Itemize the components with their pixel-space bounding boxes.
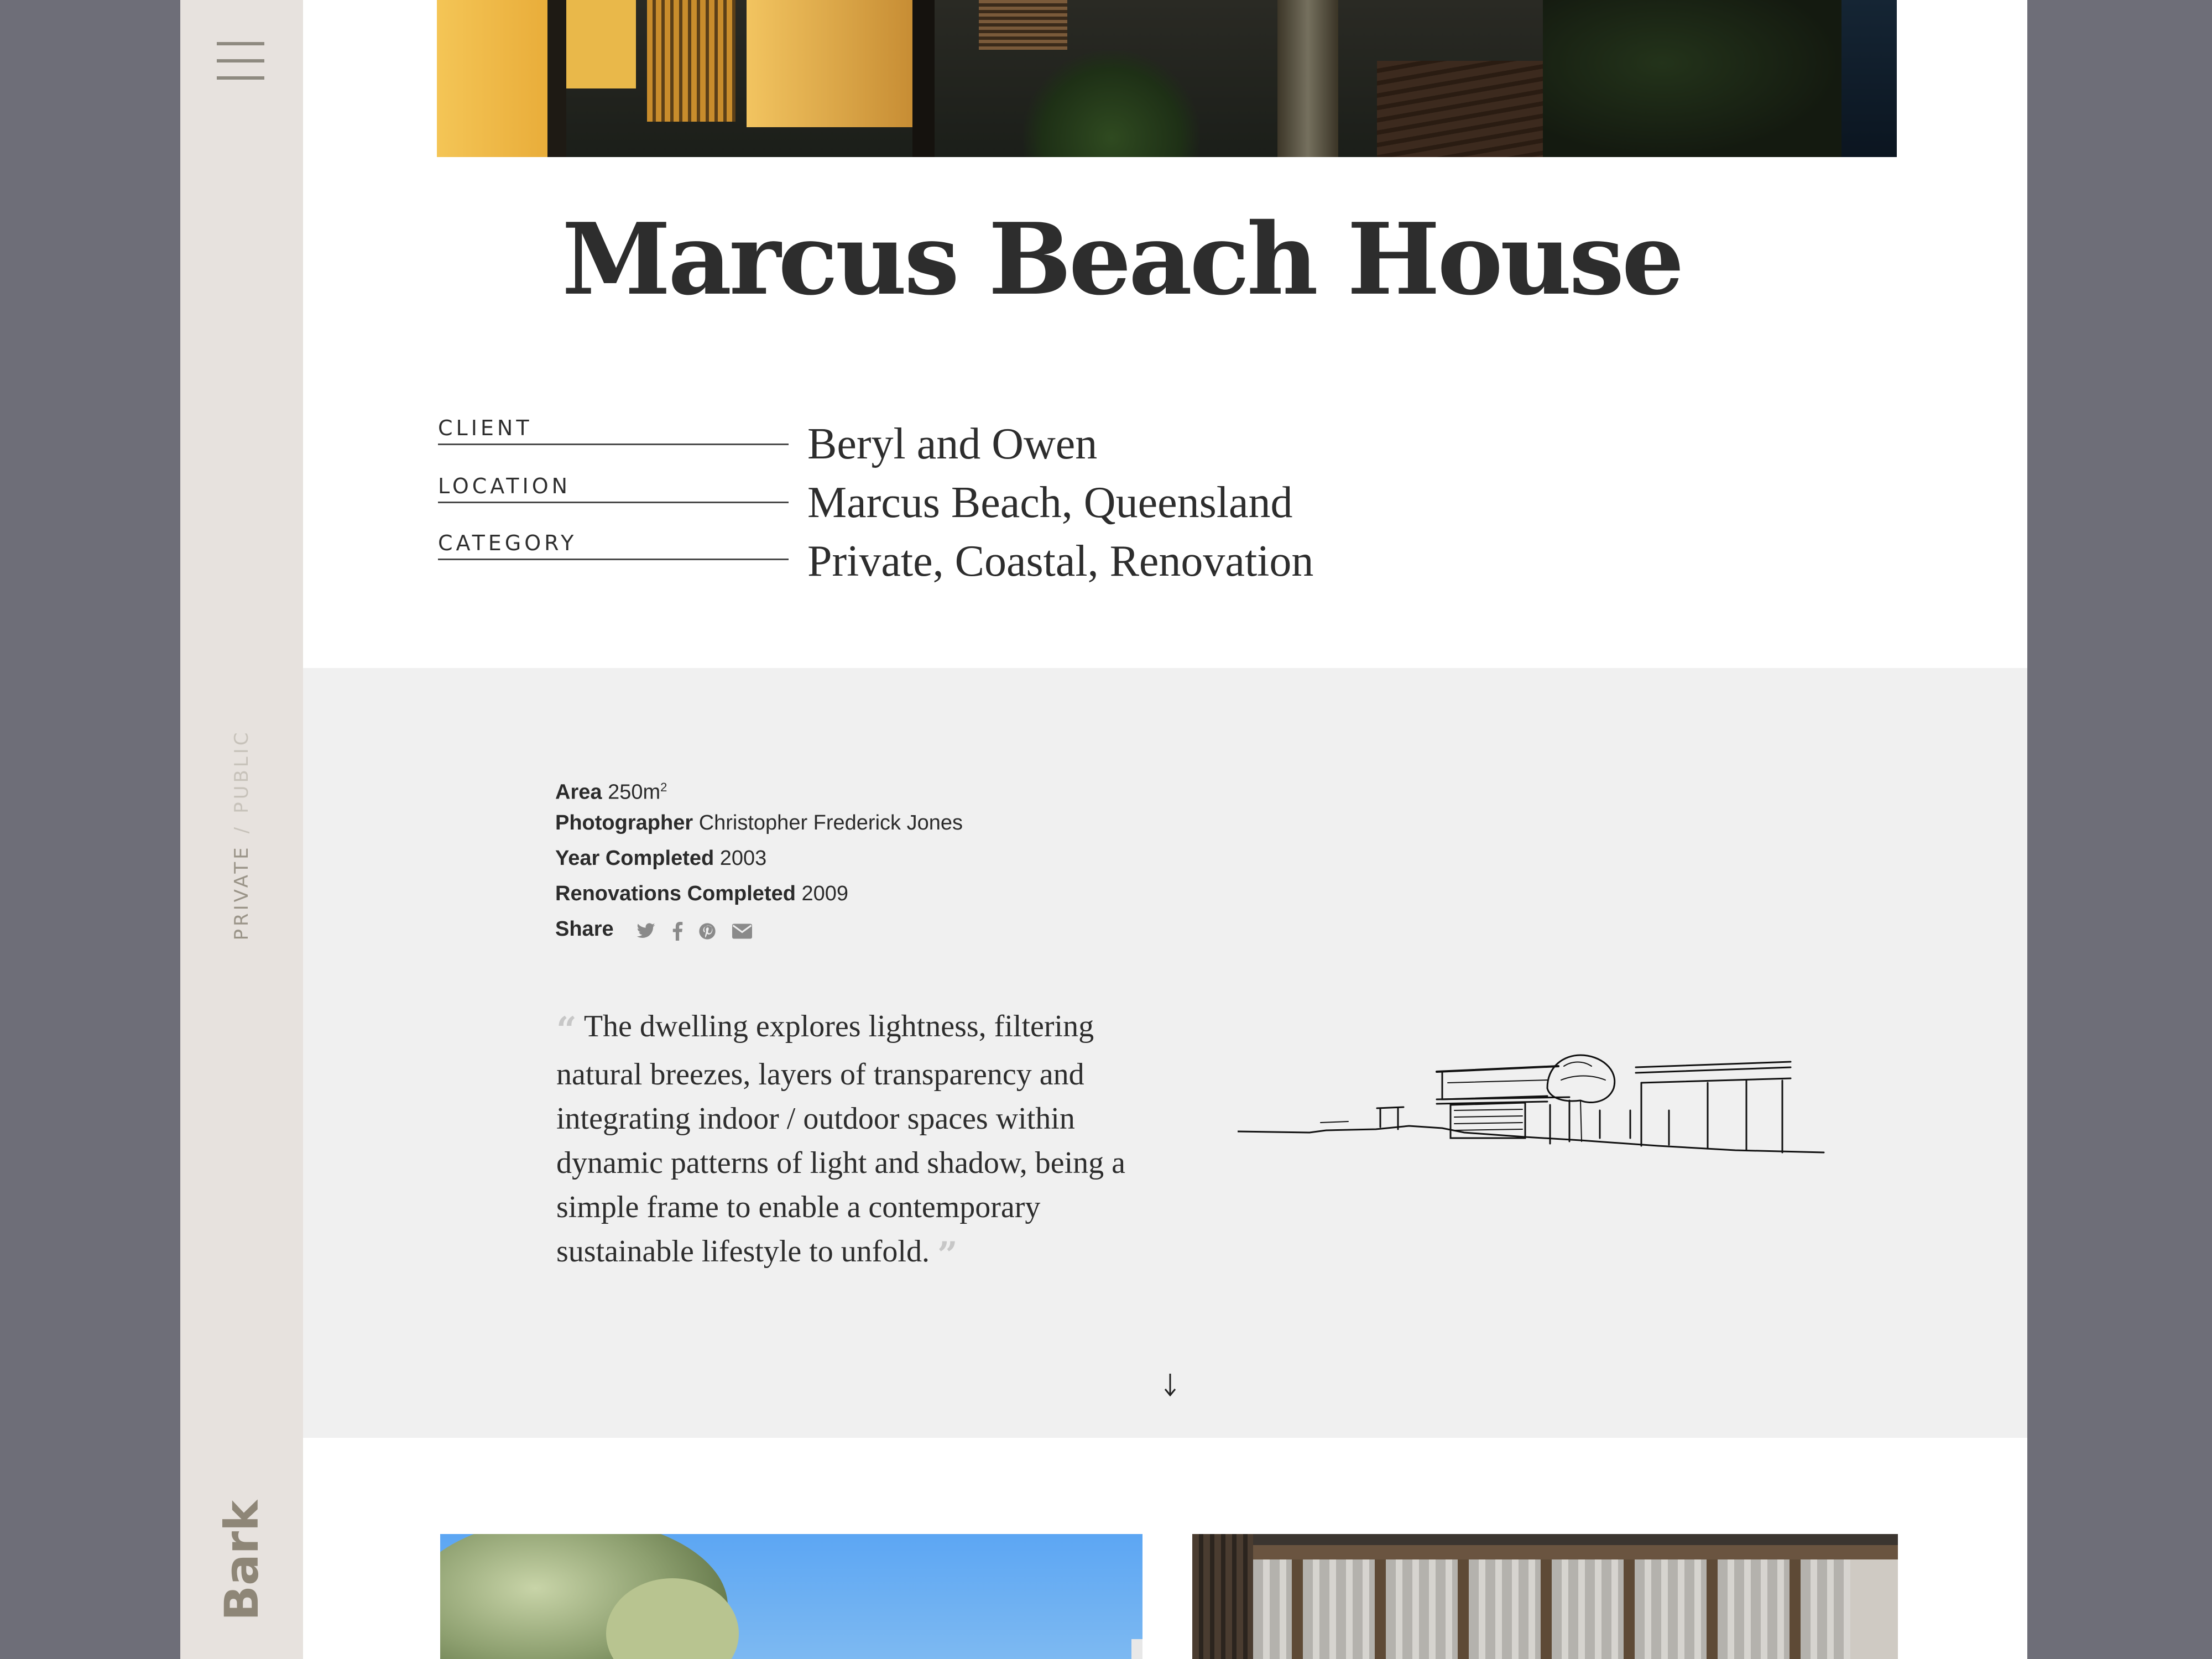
area-label: Area (555, 780, 602, 804)
area-value: 250m (608, 780, 661, 804)
photographer-label: Photographer (555, 811, 693, 834)
gallery-photo-2[interactable] (1192, 1534, 1898, 1659)
filter-separator: / (231, 824, 253, 834)
filter-private-link[interactable]: PRIVATE (231, 844, 253, 940)
hero-image (437, 0, 1897, 157)
detail-area: Area 250m2 (555, 770, 963, 805)
twitter-icon[interactable] (636, 923, 656, 940)
project-details: Area 250m2 Photographer Christopher Fred… (555, 770, 963, 947)
share-label: Share (555, 917, 614, 941)
location-value: Marcus Beach, Queensland (807, 478, 1293, 527)
client-value: Beryl and Owen (807, 420, 1098, 468)
category-value: Private, Coastal, Renovation (807, 537, 1314, 586)
filter-public-link[interactable]: PUBLIC (231, 729, 253, 813)
pinterest-icon[interactable] (698, 922, 716, 940)
photographer-value: Christopher Frederick Jones (698, 811, 963, 834)
project-quote: “ The dwelling explores lightness, filte… (556, 1004, 1154, 1277)
category-label: CATEGORY (438, 531, 789, 560)
location-label: LOCATION (438, 474, 789, 503)
detail-share: Share (555, 911, 963, 947)
area-unit-sup: 2 (660, 780, 667, 794)
project-details-panel: Area 250m2 Photographer Christopher Fred… (303, 668, 2027, 1438)
hamburger-menu-icon[interactable] (217, 42, 264, 80)
year-completed-value: 2003 (719, 847, 767, 870)
detail-photographer: Photographer Christopher Frederick Jones (555, 805, 963, 841)
open-quote-icon: “ (556, 1009, 577, 1051)
detail-renovations-completed: Renovations Completed 2009 (555, 876, 963, 911)
gallery-photo-1[interactable] (440, 1534, 1142, 1659)
client-label: CLIENT (438, 416, 789, 445)
project-title: Marcus Beach House (562, 201, 1684, 317)
project-filter: PRIVATE / PUBLIC (231, 729, 253, 940)
share-icons (636, 912, 762, 948)
renovations-value: 2009 (801, 882, 849, 905)
brand-logo[interactable]: Bark (215, 1500, 269, 1621)
sidebar: PRIVATE / PUBLIC Bark (180, 0, 303, 1659)
email-icon[interactable] (732, 924, 752, 939)
page: PRIVATE / PUBLIC Bark Marcus Beach House C… (180, 0, 2027, 1659)
close-quote-icon: ” (937, 1234, 958, 1276)
quote-text: The dwelling explores lightness, filteri… (556, 1009, 1125, 1269)
detail-year-completed: Year Completed 2003 (555, 841, 963, 876)
house-sketch-image (1238, 1054, 1825, 1154)
renovations-label: Renovations Completed (555, 882, 796, 905)
facebook-icon[interactable] (672, 921, 683, 941)
year-completed-label: Year Completed (555, 847, 714, 870)
